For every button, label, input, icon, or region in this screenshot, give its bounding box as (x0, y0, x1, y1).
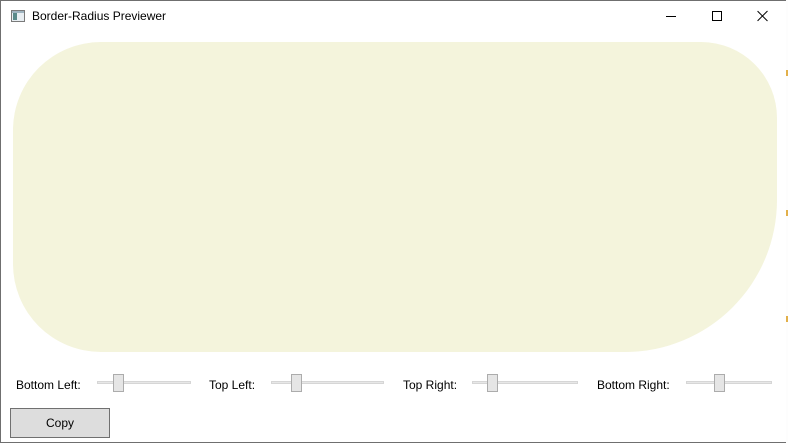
app-window: Border-Radius Previewer Bottom Left: Top… (0, 0, 788, 443)
slider-thumb[interactable] (290, 374, 302, 392)
slider-track (271, 381, 384, 384)
maximize-icon (712, 11, 722, 21)
bottom-right-slider[interactable] (686, 374, 772, 392)
slider-track (97, 381, 191, 384)
top-right-label: Top Right: (403, 378, 458, 392)
close-icon (757, 10, 769, 22)
copy-button[interactable]: Copy (10, 408, 110, 438)
window-title: Border-Radius Previewer (32, 9, 167, 23)
border-radius-preview (13, 42, 777, 352)
slider-thumb[interactable] (487, 374, 499, 392)
minimize-button[interactable] (648, 1, 694, 31)
bottom-left-label: Bottom Left: (16, 378, 81, 392)
top-left-label: Top Left: (209, 378, 256, 392)
maximize-button[interactable] (694, 1, 740, 31)
app-window-icon (11, 10, 25, 22)
minimize-icon (666, 16, 676, 17)
slider-track (686, 381, 772, 384)
slider-thumb[interactable] (713, 374, 725, 392)
title-bar[interactable]: Border-Radius Previewer (1, 1, 787, 31)
bottom-right-label: Bottom Right: (597, 378, 670, 392)
bottom-left-slider[interactable] (97, 374, 191, 392)
top-left-slider[interactable] (271, 374, 384, 392)
close-button[interactable] (740, 1, 786, 31)
slider-thumb[interactable] (112, 374, 124, 392)
top-right-slider[interactable] (472, 374, 578, 392)
